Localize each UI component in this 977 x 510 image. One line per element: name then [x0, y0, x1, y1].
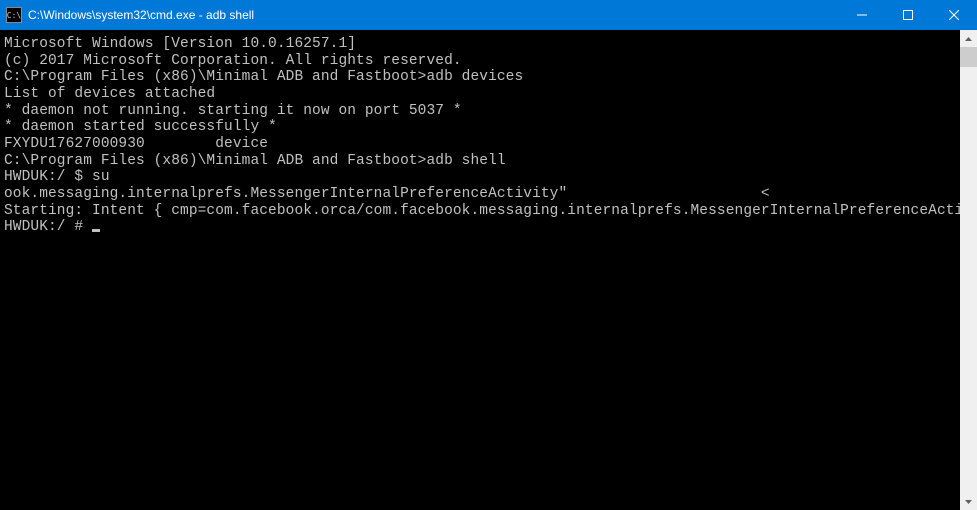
- scroll-up-button[interactable]: [960, 30, 977, 47]
- terminal-line: * daemon started successfully *: [4, 119, 956, 136]
- scrollbar-track[interactable]: [960, 47, 977, 493]
- terminal-line: C:\Program Files (x86)\Minimal ADB and F…: [4, 153, 956, 170]
- terminal-line: HWDUK:/ $ su: [4, 169, 956, 186]
- window-titlebar: C:\ C:\Windows\system32\cmd.exe - adb sh…: [0, 0, 977, 30]
- cmd-icon: C:\: [6, 7, 22, 23]
- terminal-line: (c) 2017 Microsoft Corporation. All righ…: [4, 53, 956, 70]
- terminal-container: Microsoft Windows [Version 10.0.16257.1]…: [0, 30, 977, 510]
- terminal-line: Starting: Intent { cmp=com.facebook.orca…: [4, 203, 956, 220]
- scroll-down-button[interactable]: [960, 493, 977, 510]
- terminal-line: Microsoft Windows [Version 10.0.16257.1]: [4, 36, 956, 53]
- cursor: [92, 229, 100, 232]
- scrollbar-thumb[interactable]: [960, 47, 977, 67]
- terminal-line: ook.messaging.internalprefs.MessengerInt…: [4, 186, 956, 203]
- titlebar-left: C:\ C:\Windows\system32\cmd.exe - adb sh…: [0, 7, 254, 23]
- window-controls: [839, 0, 977, 30]
- window-title: C:\Windows\system32\cmd.exe - adb shell: [28, 8, 254, 22]
- minimize-button[interactable]: [839, 0, 885, 30]
- terminal-line: List of devices attached: [4, 86, 956, 103]
- terminal-line: * daemon not running. starting it now on…: [4, 103, 956, 120]
- terminal-line: HWDUK:/ #: [4, 219, 956, 236]
- maximize-button[interactable]: [885, 0, 931, 30]
- close-button[interactable]: [931, 0, 977, 30]
- terminal-line: FXYDU17627000930 device: [4, 136, 956, 153]
- terminal-line: C:\Program Files (x86)\Minimal ADB and F…: [4, 69, 956, 86]
- vertical-scrollbar[interactable]: [960, 30, 977, 510]
- terminal-output[interactable]: Microsoft Windows [Version 10.0.16257.1]…: [0, 30, 960, 510]
